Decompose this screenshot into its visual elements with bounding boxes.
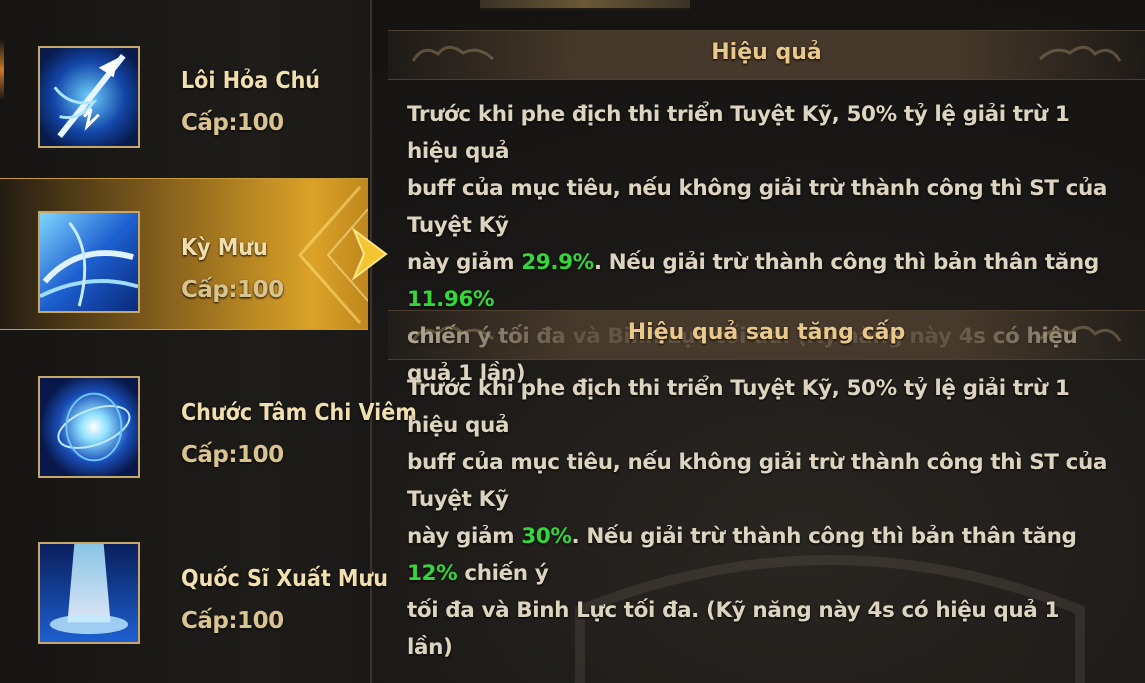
effect-line-2: buff của mục tiêu, nếu không giải trừ th…: [407, 176, 1108, 238]
upgrade-line-2: buff của mục tiêu, nếu không giải trừ th…: [407, 450, 1108, 512]
blue-vortex-icon: [38, 211, 140, 313]
upgrade-line-3: này giảm 30%. Nếu giải trừ thành công th…: [407, 524, 1077, 586]
skill-item-chuoc-tam-chi-viem[interactable]: Chước Tâm Chi Viêm Cấp:100: [0, 354, 417, 504]
upgrade-value-2: 12%: [407, 561, 458, 586]
skill-item-loi-hoa-chu[interactable]: Lôi Hỏa Chú Cấp:100: [0, 22, 368, 172]
upgrade-effect-description: Trước khi phe địch thi triển Tuyệt Kỹ, 5…: [407, 370, 1107, 666]
effect-line-1: Trước khi phe địch thi triển Tuyệt Kỹ, 5…: [407, 102, 1070, 164]
skill-item-quoc-si-xuat-muu[interactable]: Quốc Sĩ Xuất Mưu Cấp:100: [0, 520, 388, 670]
effect-title: Hiệu quả: [711, 40, 822, 65]
skill-name: Lôi Hỏa Chú: [181, 68, 321, 94]
light-pillar-icon: [38, 542, 140, 644]
top-ornament: [480, 0, 690, 10]
skill-level: Cấp:100: [181, 110, 284, 136]
upgrade-effect-title: Hiệu quả sau tăng cấp: [627, 320, 906, 345]
skill-name: Quốc Sĩ Xuất Mưu: [181, 566, 388, 592]
blue-burst-icon: [38, 376, 140, 478]
skill-level: Cấp:100: [181, 442, 284, 468]
effect-line-3: này giảm 29.9%. Nếu giải trừ thành công …: [407, 250, 1099, 312]
skill-name: Kỳ Mưu: [181, 235, 268, 261]
skill-level: Cấp:100: [181, 277, 284, 303]
selected-pointer-icon: [351, 227, 388, 281]
effect-value-2: 11.96%: [407, 287, 495, 312]
lightning-trident-icon: [38, 46, 140, 148]
skill-item-ky-muu[interactable]: Kỳ Mưu Cấp:100: [0, 178, 368, 330]
upgrade-line-4: tối đa và Binh Lực tối đa. (Kỹ năng này …: [407, 598, 1060, 660]
effect-header: Hiệu quả: [388, 30, 1145, 80]
effect-value-1: 29.9%: [521, 250, 594, 275]
skill-name: Chước Tâm Chi Viêm: [181, 400, 417, 426]
upgrade-line-1: Trước khi phe địch thi triển Tuyệt Kỹ, 5…: [407, 376, 1070, 438]
skill-level: Cấp:100: [181, 608, 284, 634]
upgrade-effect-header: Hiệu quả sau tăng cấp: [388, 310, 1145, 360]
skill-list-panel: Lôi Hỏa Chú Cấp:100 Kỳ Mưu Cấp:100 Chước…: [0, 0, 417, 683]
upgrade-value-1: 30%: [521, 524, 572, 549]
